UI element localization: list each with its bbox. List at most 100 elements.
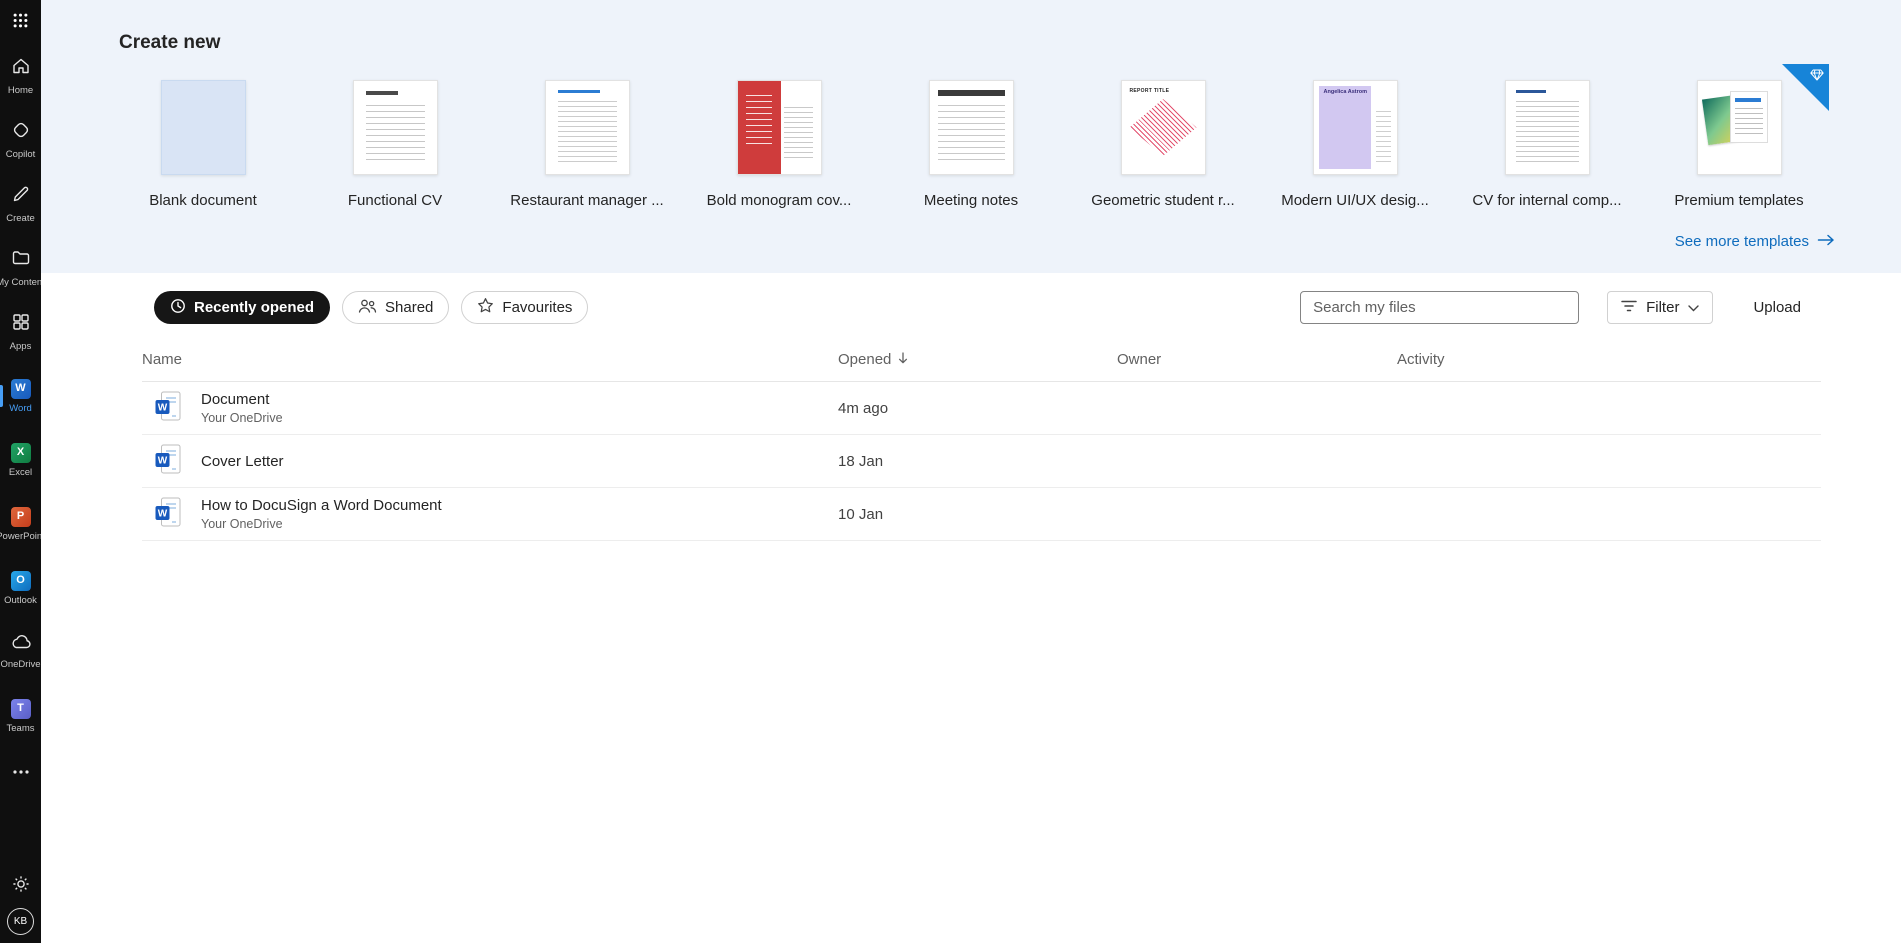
sidebar-more-apps-button[interactable] — [0, 748, 41, 792]
teams-icon: T — [10, 698, 31, 719]
tab-shared[interactable]: Shared — [342, 291, 450, 324]
column-label: Name — [142, 351, 183, 368]
tab-recently-opened[interactable]: Recently opened — [154, 291, 331, 324]
tab-favourites[interactable]: Favourites — [461, 291, 589, 324]
file-row-document[interactable]: W Document Your OneDrive 4m ago — [142, 382, 1821, 435]
template-card-meeting-notes[interactable]: Meeting notes — [875, 80, 1067, 209]
sidebar-item-onedrive[interactable]: OneDrive — [0, 620, 41, 684]
file-row-docusign-doc[interactable]: W How to DocuSign a Word Document Your O… — [142, 488, 1821, 541]
column-label: Opened — [838, 351, 892, 368]
see-more-templates-link[interactable]: See more templates — [1675, 233, 1835, 250]
template-card-blank-document[interactable]: Blank document — [107, 80, 299, 209]
template-card-premium-templates[interactable]: Premium templates — [1643, 64, 1835, 209]
file-row-cover-letter[interactable]: W Cover Letter 18 Jan — [142, 435, 1821, 488]
sidebar-item-label: Outlook — [4, 594, 37, 606]
tab-label: Recently opened — [194, 299, 315, 316]
file-title: Document — [201, 391, 270, 408]
gear-icon — [11, 874, 31, 899]
premium-ribbon-badge — [1782, 64, 1829, 111]
template-thumbnail: Angelica Astrom — [1312, 80, 1398, 175]
word-document-icon: W — [155, 497, 181, 532]
file-text-block: Document Your OneDrive — [201, 391, 283, 425]
copilot-icon — [11, 120, 31, 145]
sidebar: Home Copilot Create My Content Apps — [0, 0, 41, 943]
sidebar-item-excel[interactable]: X Excel — [0, 428, 41, 492]
powerpoint-icon: P — [10, 506, 31, 527]
template-card-modern-uiux[interactable]: Angelica Astrom Modern UI/UX desig... — [1259, 80, 1451, 209]
template-thumbnail — [160, 80, 246, 175]
sidebar-item-teams[interactable]: T Teams — [0, 684, 41, 748]
template-label: CV for internal comp... — [1472, 192, 1622, 209]
file-opened: 18 Jan — [838, 452, 884, 470]
active-indicator — [0, 385, 3, 407]
sidebar-bottom: KB — [0, 864, 41, 943]
create-new-section: Create new Blank document Functional CV … — [41, 0, 1901, 273]
sidebar-item-label: Home — [7, 85, 34, 97]
column-header-opened[interactable]: Opened — [838, 351, 1117, 368]
column-header-owner[interactable]: Owner — [1117, 351, 1397, 368]
template-card-bold-monogram[interactable]: Bold monogram cov... — [683, 80, 875, 209]
file-location: Your OneDrive — [201, 411, 283, 425]
template-thumbnail — [1504, 80, 1590, 175]
file-name-cell: W Document Your OneDrive — [142, 391, 838, 426]
sidebar-item-label: Teams — [6, 722, 35, 734]
sort-descending-icon — [898, 351, 908, 368]
upload-button[interactable]: Upload — [1753, 299, 1801, 316]
filter-button[interactable]: Filter — [1607, 291, 1714, 324]
sidebar-item-label: My Content — [0, 277, 41, 289]
template-label: Blank document — [149, 192, 257, 209]
template-strip: Blank document Functional CV Restaurant … — [107, 64, 1835, 209]
file-text-block: How to DocuSign a Word Document Your One… — [201, 497, 442, 531]
template-thumbnail — [736, 80, 822, 175]
sidebar-item-create[interactable]: Create — [0, 172, 41, 236]
star-icon — [477, 297, 494, 318]
sidebar-item-home[interactable]: Home — [0, 44, 41, 108]
filter-icon — [1621, 299, 1637, 317]
waffle-icon — [12, 12, 29, 32]
home-icon — [11, 56, 31, 81]
word-home-app: Home Copilot Create My Content Apps — [0, 0, 1901, 943]
column-header-activity[interactable]: Activity — [1397, 351, 1821, 368]
people-icon — [358, 298, 377, 318]
template-card-restaurant-manager[interactable]: Restaurant manager ... — [491, 80, 683, 209]
sidebar-item-outlook[interactable]: O Outlook — [0, 556, 41, 620]
sidebar-item-label: Apps — [9, 341, 32, 353]
file-name-cell: W Cover Letter — [142, 444, 838, 479]
app-launcher-button[interactable] — [0, 0, 41, 44]
clock-icon — [170, 298, 186, 318]
svg-text:W: W — [158, 455, 168, 466]
onedrive-cloud-icon — [10, 634, 32, 655]
tab-label: Shared — [385, 299, 434, 316]
sidebar-item-apps[interactable]: Apps — [0, 300, 41, 364]
sidebar-item-word[interactable]: W Word — [0, 364, 41, 428]
sidebar-item-copilot[interactable]: Copilot — [0, 108, 41, 172]
template-label: Modern UI/UX desig... — [1281, 192, 1429, 209]
settings-button[interactable] — [0, 864, 41, 908]
column-header-name[interactable]: Name — [142, 351, 838, 368]
template-label: Meeting notes — [923, 192, 1019, 209]
template-card-cv-internal[interactable]: CV for internal comp... — [1451, 80, 1643, 209]
thumbnail-report-title-text: REPORT TITLE — [1129, 88, 1170, 94]
main-content: Create new Blank document Functional CV … — [41, 0, 1901, 943]
excel-icon: X — [10, 442, 31, 463]
file-name-cell: W How to DocuSign a Word Document Your O… — [142, 497, 838, 532]
template-card-geometric-report[interactable]: REPORT TITLE Geometric student r... — [1067, 80, 1259, 209]
template-thumbnail — [1696, 80, 1782, 175]
template-card-functional-cv[interactable]: Functional CV — [299, 80, 491, 209]
word-document-icon: W — [155, 444, 181, 479]
template-label: Premium templates — [1674, 192, 1804, 209]
account-avatar[interactable]: KB — [7, 908, 34, 935]
tab-label: Favourites — [502, 299, 573, 316]
sidebar-item-label: Copilot — [5, 149, 36, 161]
sidebar-item-my-content[interactable]: My Content — [0, 236, 41, 300]
template-label: Geometric student r... — [1091, 192, 1235, 209]
create-new-title: Create new — [119, 32, 221, 53]
search-input[interactable] — [1300, 291, 1580, 324]
sidebar-item-label: Word — [9, 402, 32, 414]
template-label: Functional CV — [347, 192, 443, 209]
files-section: Recently opened Shared Favourites Search… — [41, 273, 1901, 943]
premium-thumb-art — [1734, 108, 1763, 136]
outlook-icon: O — [10, 570, 31, 591]
sidebar-item-powerpoint[interactable]: P PowerPoint — [0, 492, 41, 556]
template-thumbnail — [928, 80, 1014, 175]
